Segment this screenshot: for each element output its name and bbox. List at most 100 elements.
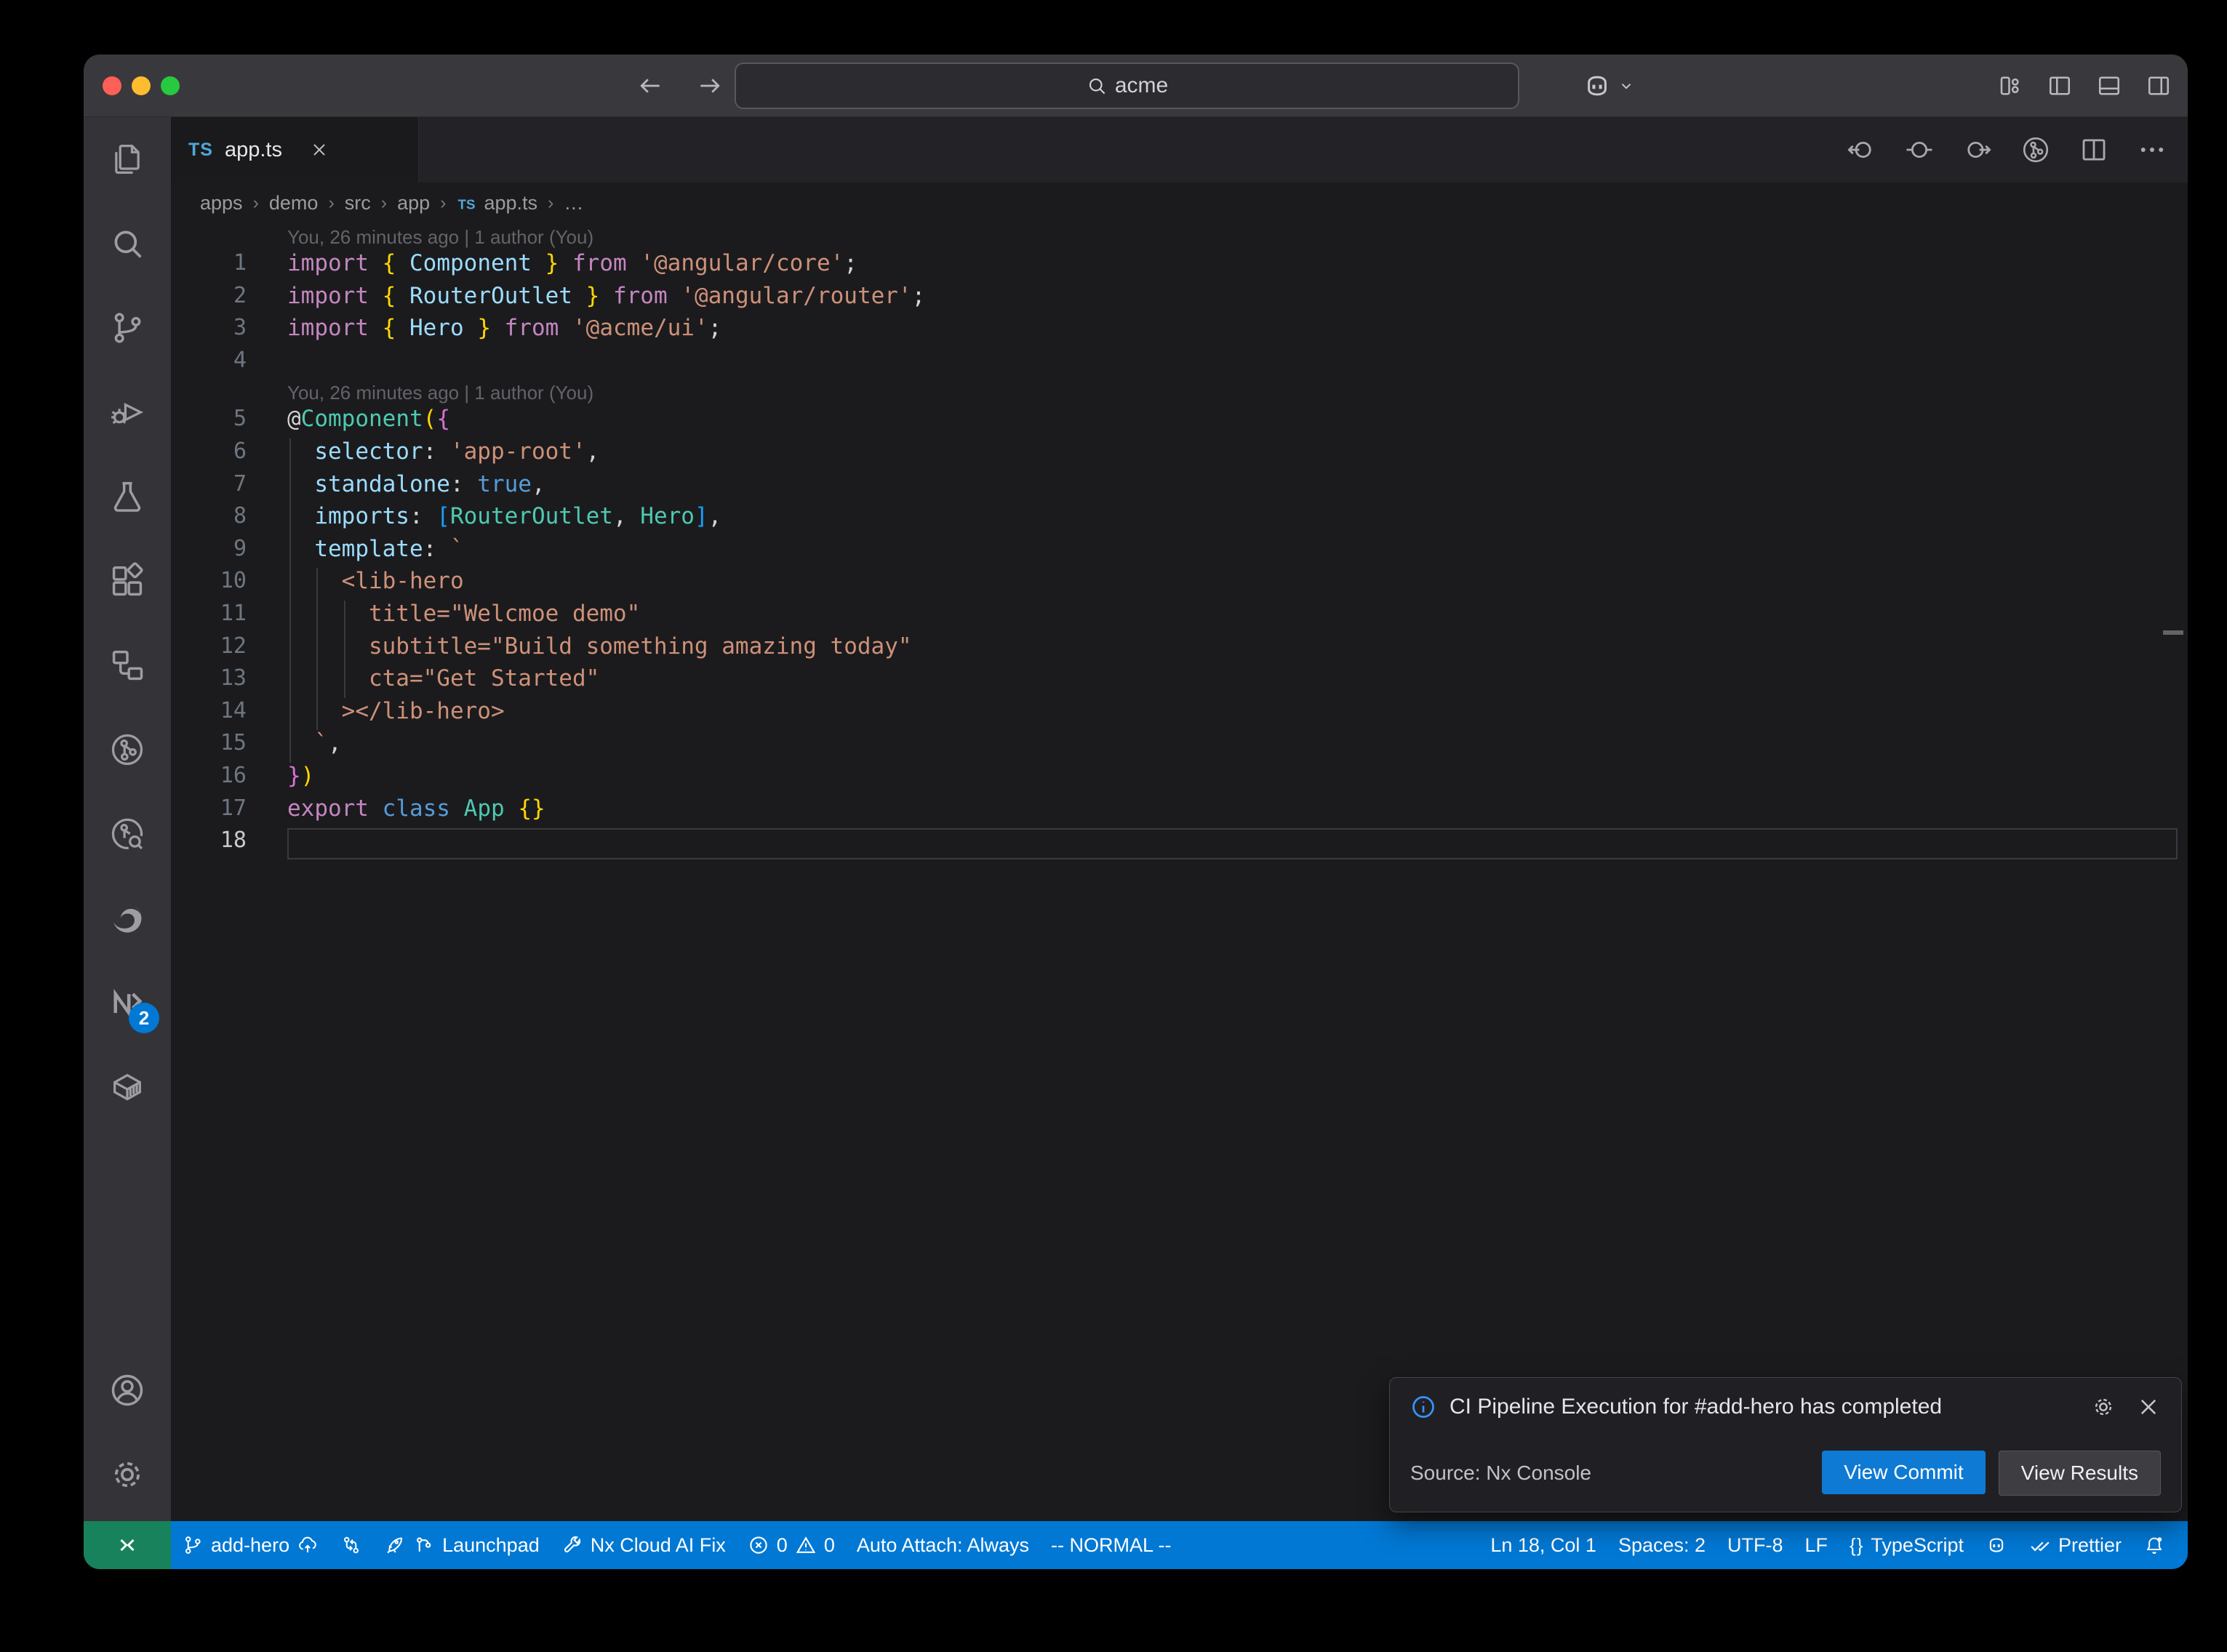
nx-target-button[interactable] (2020, 135, 2051, 165)
view-results-button[interactable]: View Results (1999, 1451, 2161, 1496)
line-number[interactable]: 2 (171, 283, 287, 316)
breadcrumb-item-apps[interactable]: apps (200, 192, 243, 214)
code-line-18[interactable]: 18 (171, 827, 2188, 860)
code-line-7[interactable]: 7 standalone: true, (171, 471, 2188, 504)
line-number[interactable]: 6 (171, 438, 287, 471)
code-line-1[interactable]: 1import { Component } from '@angular/cor… (171, 250, 2188, 283)
line-number[interactable]: 1 (171, 250, 287, 283)
code-line-17[interactable]: 17export class App {} (171, 795, 2188, 828)
sidebar-item-run-debug[interactable] (84, 370, 171, 454)
previous-change-button[interactable] (1846, 135, 1876, 165)
notification-close-icon[interactable] (2136, 1395, 2161, 1419)
indentation-item[interactable]: Spaces: 2 (1607, 1521, 1716, 1569)
encoding-item[interactable]: UTF-8 (1716, 1521, 1794, 1569)
vim-mode-item[interactable]: -- NORMAL -- (1040, 1521, 1182, 1569)
line-number[interactable]: 11 (171, 601, 287, 633)
close-window-button[interactable] (103, 76, 121, 95)
code-line-13[interactable]: 13 cta="Get Started" (171, 665, 2188, 698)
code-line-10[interactable]: 10 <lib-hero (171, 568, 2188, 601)
status-text: Spaces: 2 (1618, 1534, 1706, 1557)
sidebar-item-graph-search[interactable] (84, 792, 171, 876)
customize-layout-button[interactable] (1997, 73, 2023, 99)
code-line-16[interactable]: 16}) (171, 763, 2188, 795)
code-line-14[interactable]: 14 ></lib-hero> (171, 698, 2188, 731)
breadcrumb-item-appts[interactable]: TSapp.ts (456, 192, 537, 214)
breadcrumb-item-demo[interactable]: demo (269, 192, 319, 214)
line-number[interactable]: 8 (171, 503, 287, 536)
copilot-chevron[interactable] (1618, 78, 1634, 94)
line-number[interactable]: 12 (171, 633, 287, 666)
sidebar-item-explorer[interactable] (84, 117, 171, 201)
line-number[interactable]: 4 (171, 348, 287, 380)
cursor-position-item[interactable]: Ln 18, Col 1 (1479, 1521, 1607, 1569)
nav-back-button[interactable] (636, 72, 664, 100)
code-line-8[interactable]: 8 imports: [RouterOutlet, Hero], (171, 503, 2188, 536)
notification-settings-icon[interactable] (2091, 1395, 2116, 1419)
line-number[interactable]: 15 (171, 730, 287, 763)
remote-indicator[interactable] (84, 1521, 171, 1569)
open-changes-button[interactable] (1904, 135, 1935, 165)
code-line-9[interactable]: 9 template: ` (171, 536, 2188, 569)
language-item[interactable]: {}TypeScript (1839, 1521, 1975, 1569)
code-line-15[interactable]: 15 `, (171, 730, 2188, 763)
line-number[interactable]: 17 (171, 795, 287, 828)
sidebar-item-edge-tools[interactable] (84, 876, 171, 961)
code-editor[interactable]: You, 26 minutes ago | 1 author (You)1imp… (171, 224, 2188, 1521)
cloud-upload-icon (297, 1534, 319, 1556)
line-number[interactable]: 14 (171, 698, 287, 731)
code-line-6[interactable]: 6 selector: 'app-root', (171, 438, 2188, 471)
tab-close-icon[interactable] (310, 140, 329, 159)
line-number[interactable]: 7 (171, 471, 287, 504)
line-number[interactable]: 3 (171, 315, 287, 348)
code-line-5[interactable]: 5@Component({ (171, 406, 2188, 438)
copilot-control[interactable] (1582, 55, 1634, 116)
sidebar-item-source-control[interactable] (84, 286, 171, 370)
zoom-window-button[interactable] (161, 76, 180, 95)
problems-item[interactable]: 00 (737, 1521, 846, 1569)
breadcrumb-item-src[interactable]: src (345, 192, 371, 214)
code-line-3[interactable]: 3import { Hero } from '@acme/ui'; (171, 315, 2188, 348)
git-branch-item[interactable]: add-hero (171, 1521, 329, 1569)
sidebar-item-search[interactable] (84, 201, 171, 286)
copilot-item[interactable] (1975, 1521, 2018, 1569)
minimize-window-button[interactable] (132, 76, 151, 95)
view-commit-button[interactable]: View Commit (1822, 1451, 1985, 1494)
sidebar-item-extensions[interactable] (84, 539, 171, 623)
toggle-panel-button[interactable] (2096, 73, 2122, 99)
manage-button[interactable] (84, 1432, 171, 1517)
copilot-menu-button[interactable] (1582, 71, 1612, 101)
toggle-primary-sidebar-button[interactable] (2047, 73, 2073, 99)
launchpad-item[interactable]: Launchpad (373, 1521, 551, 1569)
git-compare-item[interactable] (329, 1521, 373, 1569)
prettier-item[interactable]: Prettier (2018, 1521, 2132, 1569)
code-line-11[interactable]: 11 title="Welcmoe demo" (171, 601, 2188, 633)
line-number[interactable]: 18 (171, 827, 287, 860)
toggle-secondary-sidebar-button[interactable] (2146, 73, 2172, 99)
line-number[interactable]: 16 (171, 763, 287, 795)
sidebar-item-containers[interactable] (84, 1045, 171, 1129)
nav-forward-button[interactable] (696, 72, 724, 100)
sidebar-item-testing[interactable] (84, 454, 171, 539)
notifications-item[interactable] (2132, 1521, 2176, 1569)
tab-app-ts[interactable]: TS app.ts (171, 117, 419, 183)
line-number[interactable]: 10 (171, 568, 287, 601)
nx-cloud-ai-fix-item[interactable]: Nx Cloud AI Fix (551, 1521, 737, 1569)
auto-attach-item[interactable]: Auto Attach: Always (846, 1521, 1040, 1569)
line-number[interactable]: 13 (171, 665, 287, 698)
sidebar-item-nx-console[interactable]: 2 (84, 961, 171, 1045)
code-line-4[interactable]: 4 (171, 348, 2188, 380)
code-line-12[interactable]: 12 subtitle="Build something amazing tod… (171, 633, 2188, 666)
line-number[interactable]: 5 (171, 406, 287, 438)
more-actions-button[interactable] (2137, 135, 2167, 165)
breadcrumb-item-[interactable]: … (564, 192, 583, 214)
sidebar-item-target-graph[interactable] (84, 707, 171, 792)
search-input[interactable]: acme (735, 63, 1519, 109)
split-editor-button[interactable] (2079, 135, 2109, 165)
accounts-button[interactable] (84, 1348, 171, 1432)
sidebar-item-project-structure[interactable] (84, 623, 171, 707)
eol-item[interactable]: LF (1794, 1521, 1839, 1569)
line-number[interactable]: 9 (171, 536, 287, 569)
code-line-2[interactable]: 2import { RouterOutlet } from '@angular/… (171, 283, 2188, 316)
next-change-button[interactable] (1962, 135, 1993, 165)
breadcrumb-item-app[interactable]: app (397, 192, 430, 214)
